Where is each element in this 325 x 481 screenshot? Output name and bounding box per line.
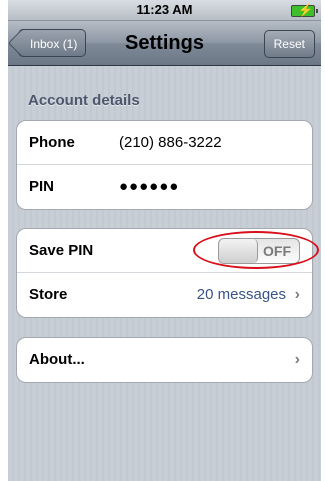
pin-label: PIN — [29, 178, 55, 195]
toggle-knob[interactable] — [219, 239, 258, 263]
account-details-header: Account details — [28, 92, 140, 109]
about-group: About... › — [16, 337, 313, 383]
save-pin-label: Save PIN — [29, 242, 94, 259]
charging-bolt-icon: ⚡ — [298, 3, 313, 17]
pin-row[interactable]: PIN ●●●●●● — [17, 165, 312, 209]
toggle-state: OFF — [263, 243, 291, 259]
about-row[interactable]: About... › — [17, 338, 312, 382]
phone-value: (210) 886-3222 — [119, 134, 222, 151]
status-bar: 11:23 AM ⚡ — [8, 0, 321, 21]
about-label: About... — [29, 351, 85, 368]
status-time: 11:23 AM — [136, 2, 193, 17]
reset-button[interactable]: Reset — [263, 30, 315, 58]
account-details-group: Phone (210) 886-3222 PIN ●●●●●● — [16, 120, 313, 210]
store-label: Store — [29, 286, 68, 303]
navigation-bar: Inbox (1) Settings Reset — [8, 21, 321, 66]
chevron-right-icon: › — [294, 286, 300, 303]
phone-label: Phone — [29, 134, 75, 151]
save-pin-toggle[interactable]: OFF — [218, 238, 300, 264]
phone-row[interactable]: Phone (210) 886-3222 — [17, 121, 312, 165]
preferences-group: Save PIN OFF Store 20 messages › — [16, 228, 313, 318]
chevron-right-icon: › — [294, 351, 300, 368]
battery-icon: ⚡ — [291, 3, 318, 17]
store-row[interactable]: Store 20 messages › — [17, 273, 312, 317]
store-value: 20 messages — [196, 286, 286, 303]
pin-value: ●●●●●● — [119, 178, 180, 195]
save-pin-row: Save PIN OFF — [17, 229, 312, 273]
phone-screen: 11:23 AM ⚡ Inbox (1) Settings Reset Acco… — [8, 0, 321, 481]
